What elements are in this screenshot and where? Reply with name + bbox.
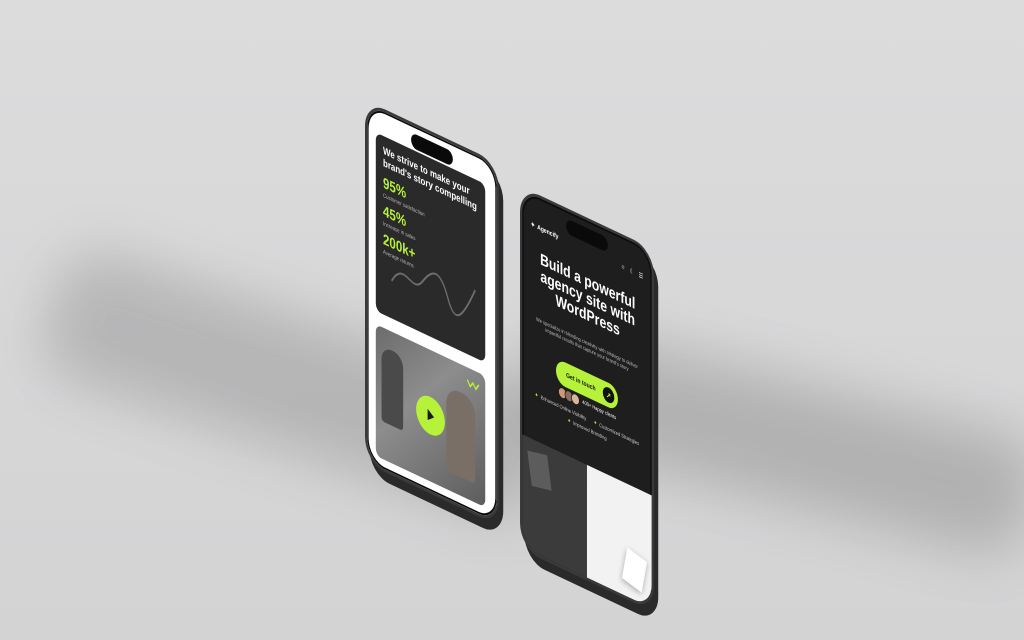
- paper-fold: [621, 547, 648, 593]
- avatar: [570, 391, 580, 407]
- menu-icon[interactable]: ☰: [639, 271, 644, 281]
- brand-logo-icon: [466, 374, 480, 397]
- star-icon: ✦: [530, 221, 536, 230]
- cta-label: Get in touch: [566, 371, 596, 393]
- paper-fold: [527, 450, 552, 491]
- gallery-image: [586, 464, 652, 609]
- video-person: [381, 345, 404, 432]
- moon-icon[interactable]: ☾: [630, 267, 635, 277]
- check-icon: ✦: [567, 417, 571, 426]
- image-gallery: [522, 434, 652, 609]
- brand-name: Agencify: [537, 223, 559, 241]
- stats-card: We strive to make your brand's story com…: [375, 132, 486, 363]
- brand-logo[interactable]: ✦ Agencify: [531, 220, 559, 241]
- video-person: [446, 385, 476, 484]
- phone-right: ✦ Agencify ☼ ☾ ☰ Build a powerful agency…: [520, 186, 654, 613]
- topbar-icons: ☼ ☾ ☰: [621, 263, 643, 281]
- check-icon: ✦: [593, 419, 598, 428]
- play-button[interactable]: [416, 390, 445, 442]
- check-icon: ✦: [534, 392, 539, 400]
- sun-icon[interactable]: ☼: [621, 263, 626, 273]
- phone-left: We strive to make your brand's story com…: [365, 100, 499, 527]
- mockup-stage: We strive to make your brand's story com…: [0, 0, 1024, 640]
- gallery-image: [522, 434, 587, 578]
- arrow-icon: ↗: [602, 384, 615, 406]
- play-icon: [427, 408, 435, 421]
- feature-item: ✦ Improved Branding: [567, 417, 606, 442]
